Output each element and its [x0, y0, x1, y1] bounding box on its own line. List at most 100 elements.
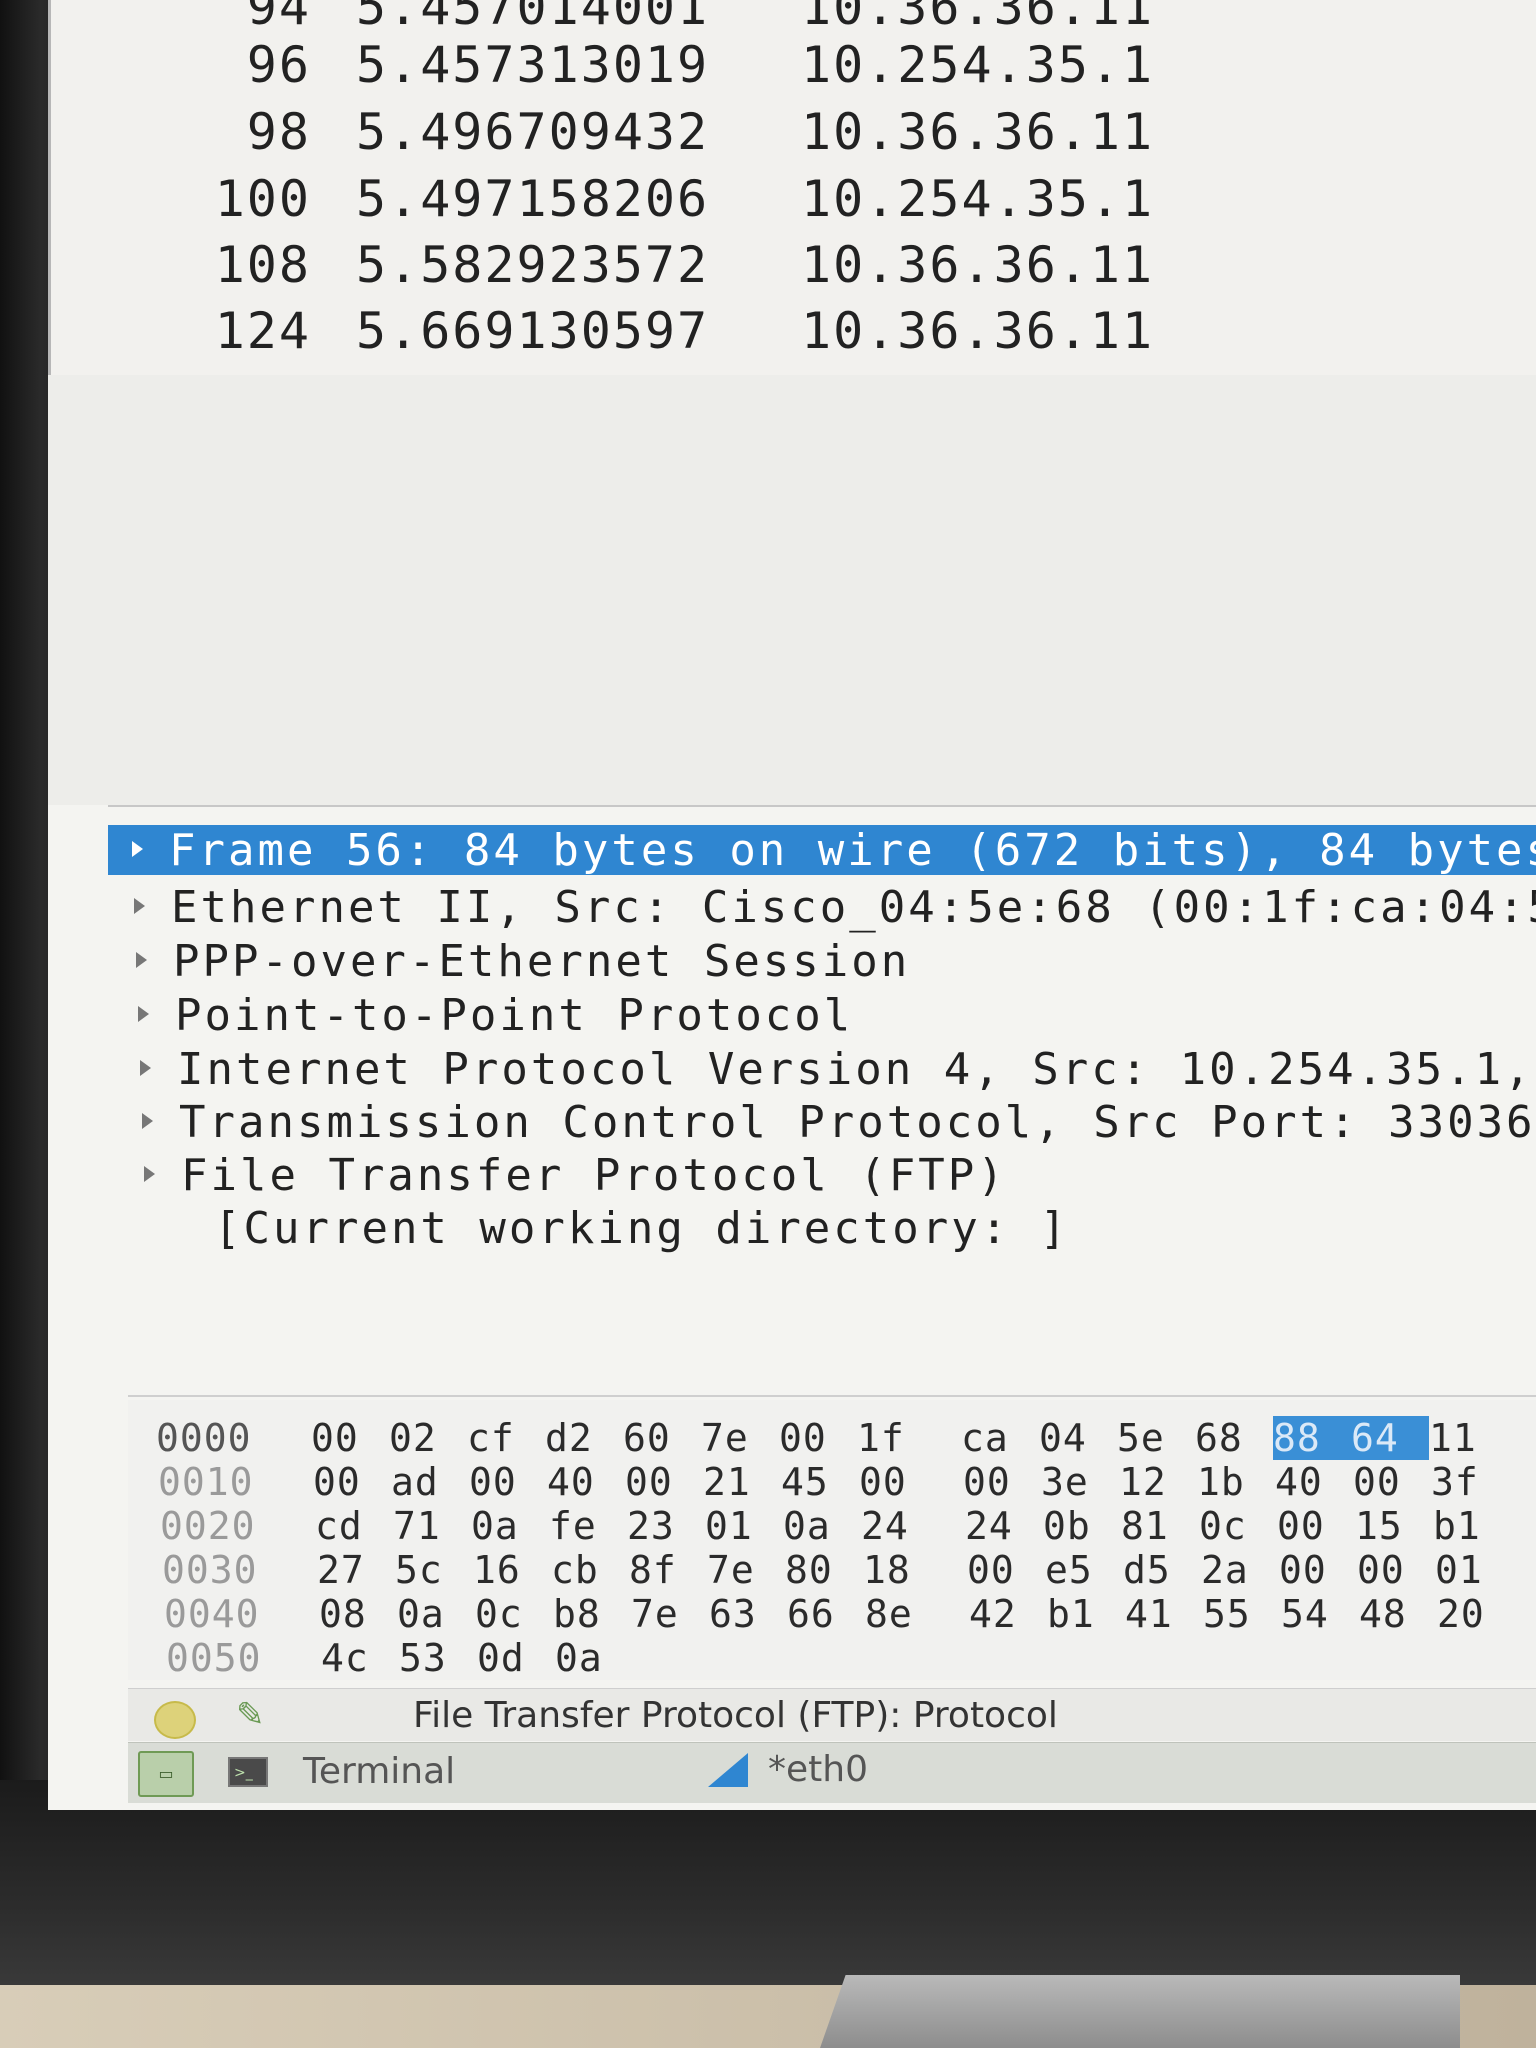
hex-byte[interactable]: 21 — [703, 1460, 781, 1504]
expand-arrow-icon[interactable] — [144, 1166, 155, 1182]
hex-byte[interactable]: b8 — [553, 1592, 631, 1636]
hex-byte[interactable]: 60 — [623, 1416, 701, 1460]
hex-byte[interactable]: 80 — [785, 1548, 863, 1592]
hex-byte[interactable]: e5 — [1045, 1548, 1123, 1592]
tree-item-ethernet[interactable]: Ethernet II, Src: Cisco_04:5e:68 (00:1f:… — [134, 882, 1536, 933]
packet-row[interactable]: 94 5.457014001 10.36.36.11 — [51, 0, 1251, 36]
show-desktop-icon[interactable]: ▭ — [138, 1751, 194, 1797]
hex-byte[interactable]: 7e — [701, 1416, 779, 1460]
hex-byte[interactable]: 0a — [555, 1636, 633, 1680]
hex-byte[interactable]: 8e — [865, 1592, 943, 1636]
hex-byte[interactable]: 15 — [1355, 1504, 1433, 1548]
packet-row[interactable]: 98 5.496709432 10.36.36.11 — [51, 103, 1251, 161]
pane-divider[interactable] — [108, 805, 1536, 807]
hex-byte-highlighted[interactable]: 88 — [1273, 1416, 1351, 1460]
hex-byte[interactable]: 08 — [319, 1592, 397, 1636]
hex-byte[interactable]: cd — [315, 1504, 393, 1548]
hex-byte[interactable]: 12 — [1119, 1460, 1197, 1504]
hex-byte[interactable]: 0c — [1199, 1504, 1277, 1548]
taskbar-item-terminal[interactable]: Terminal — [303, 1751, 455, 1792]
hex-byte[interactable]: fe — [549, 1504, 627, 1548]
hex-byte[interactable]: 3e — [1041, 1460, 1119, 1504]
hex-byte[interactable]: 00 — [625, 1460, 703, 1504]
hex-byte[interactable]: 5c — [395, 1548, 473, 1592]
tree-item-frame[interactable]: Frame 56: 84 bytes on wire (672 bits), 8… — [108, 825, 1536, 876]
packet-row[interactable]: 96 5.457313019 10.254.35.1 — [51, 36, 1251, 94]
hex-byte[interactable]: ad — [391, 1460, 469, 1504]
hex-byte[interactable]: 18 — [863, 1548, 941, 1592]
hex-byte[interactable]: 4c — [321, 1636, 399, 1680]
tree-item-ppp[interactable]: Point-to-Point Protocol — [138, 990, 853, 1041]
hex-byte[interactable]: 01 — [705, 1504, 783, 1548]
hex-byte[interactable]: 0d — [477, 1636, 555, 1680]
hex-byte[interactable]: 02 — [389, 1416, 467, 1460]
hex-byte[interactable]: 27 — [317, 1548, 395, 1592]
tree-item-ftp[interactable]: File Transfer Protocol (FTP) — [144, 1150, 1007, 1201]
hex-byte[interactable]: 0b — [1043, 1504, 1121, 1548]
edit-comment-icon[interactable]: ✎ — [236, 1695, 265, 1735]
hex-byte[interactable]: 00 — [963, 1460, 1041, 1504]
hex-byte[interactable]: 00 — [311, 1416, 389, 1460]
hex-byte[interactable]: 1b — [1197, 1460, 1275, 1504]
hex-byte[interactable]: 00 — [469, 1460, 547, 1504]
expand-arrow-icon[interactable] — [134, 898, 145, 914]
expand-arrow-icon[interactable] — [136, 952, 147, 968]
hex-byte[interactable]: 48 — [1359, 1592, 1437, 1636]
pane-divider[interactable] — [128, 1395, 1536, 1397]
hex-byte[interactable]: 00 — [1277, 1504, 1355, 1548]
hex-byte[interactable]: 0c — [475, 1592, 553, 1636]
tree-item-cwd[interactable]: [Current working directory: ] — [214, 1203, 1069, 1254]
hex-byte[interactable]: 23 — [627, 1504, 705, 1548]
hex-byte[interactable]: 66 — [787, 1592, 865, 1636]
hex-byte[interactable]: 40 — [1275, 1460, 1353, 1504]
tree-item-tcp[interactable]: Transmission Control Protocol, Src Port:… — [142, 1097, 1536, 1148]
hex-byte[interactable]: cb — [551, 1548, 629, 1592]
hex-row[interactable]: 0050 4c 53 0d 0a — [166, 1636, 633, 1680]
hex-byte[interactable]: 0a — [471, 1504, 549, 1548]
hex-byte[interactable]: 11 — [1429, 1416, 1507, 1460]
expand-arrow-icon[interactable] — [142, 1113, 153, 1129]
hex-byte[interactable]: 00 — [1357, 1548, 1435, 1592]
hex-byte[interactable]: 0a — [783, 1504, 861, 1548]
hex-byte[interactable]: cf — [467, 1416, 545, 1460]
hex-byte[interactable]: 55 — [1203, 1592, 1281, 1636]
hex-byte[interactable]: 63 — [709, 1592, 787, 1636]
hex-byte[interactable]: 00 — [967, 1548, 1045, 1592]
hex-byte[interactable]: d5 — [1123, 1548, 1201, 1592]
hex-row[interactable]: 0020 cd 71 0a fe 23 01 0a 24 24 0b 81 0c 00 15 b1 — [160, 1504, 1511, 1548]
hex-row[interactable]: 0030 27 5c 16 cb 8f 7e 80 18 00 e5 d5 2a 00 00 01 — [162, 1548, 1513, 1592]
hex-byte[interactable]: 0a — [397, 1592, 475, 1636]
hex-byte[interactable]: 16 — [473, 1548, 551, 1592]
hex-byte[interactable]: b1 — [1047, 1592, 1125, 1636]
hex-byte[interactable]: 24 — [965, 1504, 1043, 1548]
hex-byte[interactable]: 53 — [399, 1636, 477, 1680]
hex-byte[interactable]: 24 — [861, 1504, 939, 1548]
hex-byte[interactable]: 5e — [1117, 1416, 1195, 1460]
hex-byte[interactable]: 00 — [859, 1460, 937, 1504]
hex-byte[interactable]: 8f — [629, 1548, 707, 1592]
hex-byte[interactable]: 7e — [631, 1592, 709, 1636]
hex-byte[interactable]: 41 — [1125, 1592, 1203, 1636]
hex-byte[interactable]: 54 — [1281, 1592, 1359, 1636]
hex-byte[interactable]: 20 — [1437, 1592, 1515, 1636]
wireshark-fin-icon[interactable] — [708, 1753, 748, 1787]
expand-arrow-icon[interactable] — [140, 1060, 151, 1076]
taskbar-item-wireshark[interactable]: *eth0 — [768, 1749, 868, 1790]
tree-item-ipv4[interactable]: Internet Protocol Version 4, Src: 10.254… — [140, 1044, 1536, 1095]
packet-row[interactable]: 108 5.582923572 10.36.36.11 — [51, 236, 1251, 294]
tree-item-pppoe[interactable]: PPP-over-Ethernet Session — [136, 936, 910, 987]
packet-row[interactable]: 100 5.497158206 10.254.35.1 — [51, 170, 1251, 228]
expand-arrow-icon[interactable] — [132, 841, 143, 857]
hex-byte[interactable]: 01 — [1435, 1548, 1513, 1592]
hex-byte[interactable]: b1 — [1433, 1504, 1511, 1548]
hex-byte-highlighted[interactable]: 64 — [1351, 1416, 1429, 1460]
expand-arrow-icon[interactable] — [138, 1006, 149, 1022]
terminal-icon[interactable]: >_ — [228, 1757, 268, 1787]
hex-byte[interactable]: 7e — [707, 1548, 785, 1592]
hex-byte[interactable]: ca — [961, 1416, 1039, 1460]
hex-byte[interactable]: 68 — [1195, 1416, 1273, 1460]
hex-byte[interactable]: 71 — [393, 1504, 471, 1548]
hex-byte[interactable]: 45 — [781, 1460, 859, 1504]
hex-byte[interactable]: 81 — [1121, 1504, 1199, 1548]
hex-byte[interactable]: 00 — [313, 1460, 391, 1504]
